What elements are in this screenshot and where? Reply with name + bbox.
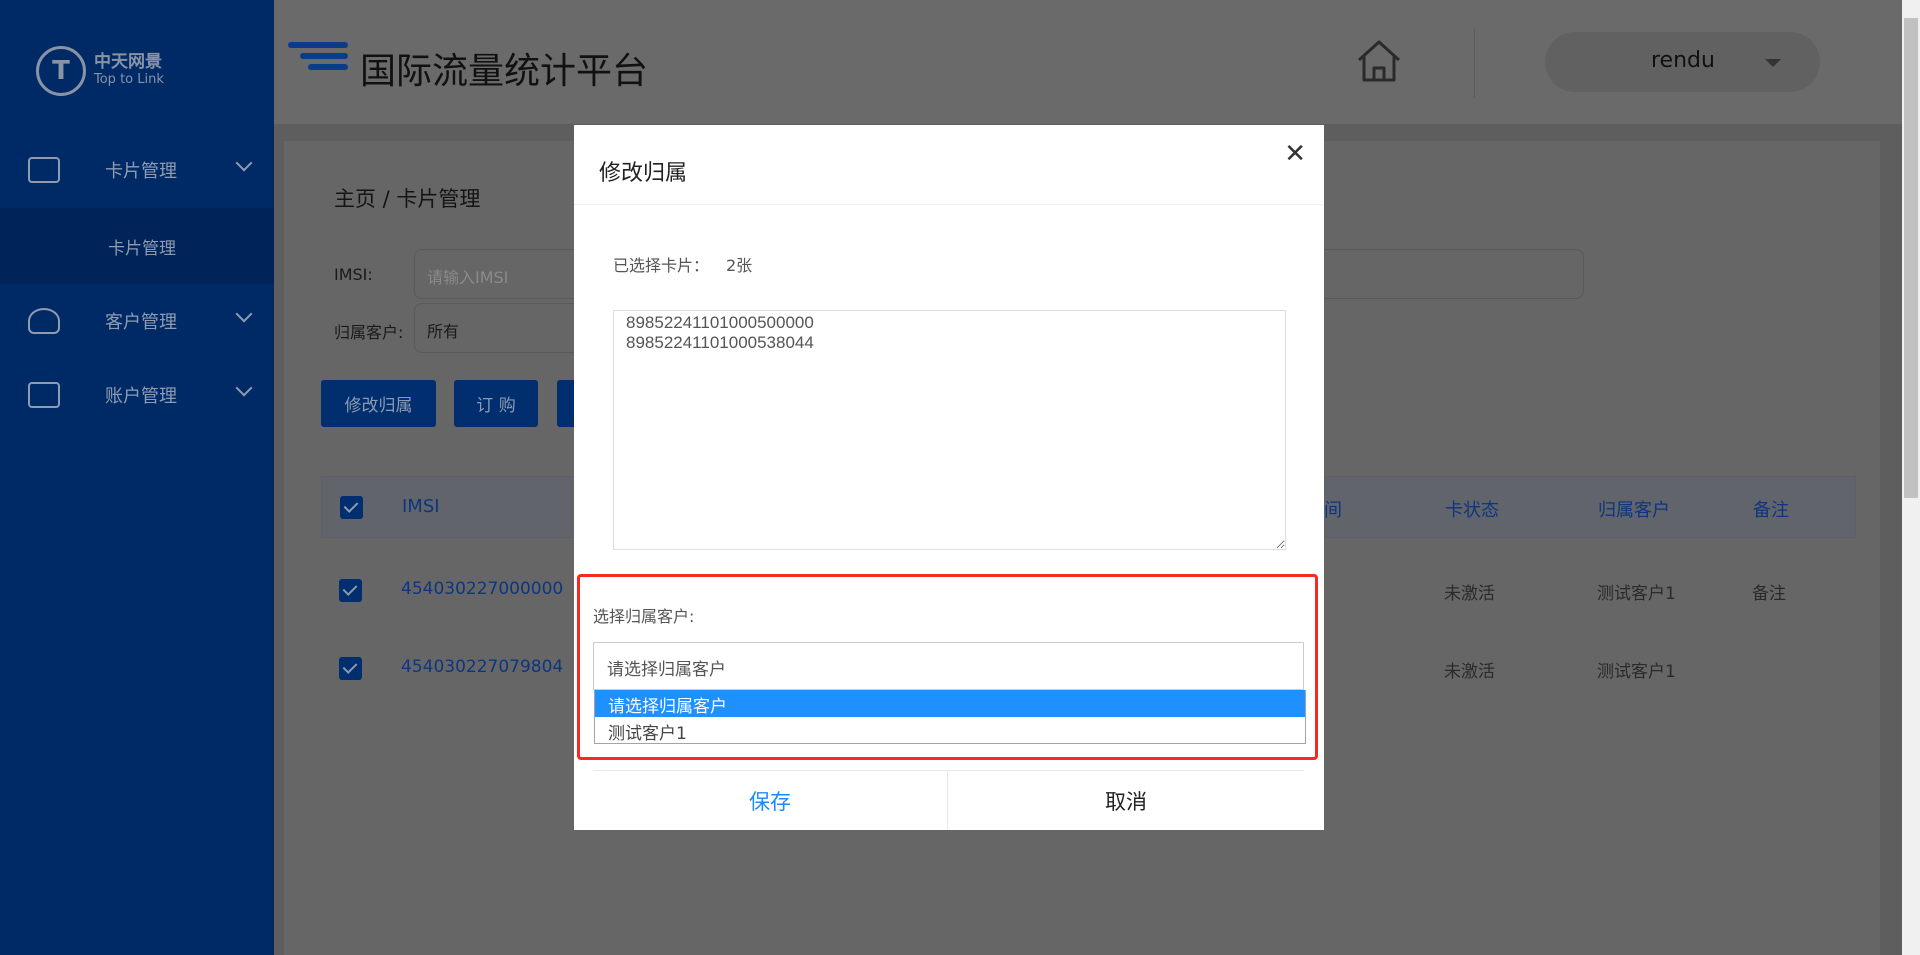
status-cell: 未激活 bbox=[1444, 584, 1495, 604]
chevron-down-icon bbox=[235, 379, 253, 397]
sidebar-item-label: 账户管理 bbox=[105, 386, 177, 407]
sidebar: T 中天网景 Top to Link 卡片管理 卡片管理 客户管理 账户管理 bbox=[0, 0, 274, 955]
logo-mark-icon: T bbox=[36, 46, 86, 96]
selected-cards-count: 2张 bbox=[726, 256, 753, 275]
imsi-label: IMSI: bbox=[334, 265, 373, 284]
sidebar-subitem-cards[interactable]: 卡片管理 bbox=[0, 208, 274, 284]
scrollbar-thumb[interactable] bbox=[1904, 18, 1918, 498]
users-icon bbox=[28, 308, 60, 334]
sidebar-item-cards[interactable]: 卡片管理 bbox=[0, 133, 274, 207]
note-cell: 备注 bbox=[1752, 584, 1786, 604]
customer-options-list: 请选择归属客户 测试客户1 bbox=[594, 690, 1306, 744]
app-title: 国际流量统计平台 bbox=[360, 51, 649, 92]
change-owner-dialog: 修改归属 ✕ 已选择卡片： 2张 选择归属客户: 请选择归属客户 请选择归属客户… bbox=[574, 125, 1324, 830]
select-all-checkbox[interactable] bbox=[340, 496, 363, 519]
chevron-down-icon bbox=[235, 154, 253, 172]
username: rendu bbox=[1651, 48, 1715, 73]
imsi-link[interactable]: 454030227000000 bbox=[401, 579, 563, 599]
divider bbox=[574, 204, 1324, 205]
imsi-link[interactable]: 454030227079804 bbox=[401, 657, 563, 677]
row-checkbox[interactable] bbox=[339, 579, 362, 602]
close-icon[interactable]: ✕ bbox=[1284, 139, 1306, 169]
customer-filter-label: 归属客户: bbox=[334, 323, 404, 342]
logo-en: Top to Link bbox=[94, 72, 164, 87]
iccid-list-textarea[interactable] bbox=[613, 310, 1286, 550]
sidebar-item-customers[interactable]: 客户管理 bbox=[0, 284, 274, 358]
column-customer: 归属客户 bbox=[1598, 500, 1670, 521]
column-imsi: IMSI bbox=[402, 496, 440, 517]
logo: T 中天网景 Top to Link bbox=[36, 46, 164, 96]
sidebar-item-accounts[interactable]: 账户管理 bbox=[0, 358, 274, 432]
customer-cell: 测试客户1 bbox=[1597, 662, 1676, 682]
customer-cell: 测试客户1 bbox=[1597, 584, 1676, 604]
sidebar-item-label: 客户管理 bbox=[105, 312, 177, 333]
column-time: 间 bbox=[1324, 500, 1342, 521]
change-owner-button[interactable]: 修改归属 bbox=[321, 380, 436, 427]
breadcrumb: 主页 / 卡片管理 bbox=[334, 187, 481, 211]
selected-cards-label: 已选择卡片： bbox=[613, 256, 710, 275]
menu-lines-icon bbox=[288, 42, 348, 75]
column-status: 卡状态 bbox=[1445, 500, 1499, 521]
header-divider bbox=[1474, 28, 1475, 98]
status-cell: 未激活 bbox=[1444, 662, 1495, 682]
row-checkbox[interactable] bbox=[339, 657, 362, 680]
home-icon[interactable] bbox=[1354, 36, 1404, 86]
caret-down-icon bbox=[1765, 59, 1781, 67]
sidebar-item-label: 卡片管理 bbox=[105, 161, 177, 182]
save-button[interactable]: 保存 bbox=[593, 771, 947, 830]
chevron-down-icon bbox=[235, 305, 253, 323]
cancel-button[interactable]: 取消 bbox=[948, 771, 1304, 830]
option-test-customer-1[interactable]: 测试客户1 bbox=[595, 717, 1305, 744]
header: 国际流量统计平台 rendu bbox=[274, 0, 1902, 124]
dialog-title: 修改归属 bbox=[599, 161, 688, 186]
id-card-icon bbox=[28, 382, 60, 408]
order-button[interactable]: 订 购 bbox=[454, 380, 538, 427]
customer-select[interactable]: 请选择归属客户 bbox=[593, 642, 1304, 690]
logo-cn: 中天网景 bbox=[94, 52, 162, 72]
column-note: 备注 bbox=[1753, 500, 1789, 521]
scrollbar[interactable] bbox=[1902, 0, 1920, 955]
user-menu[interactable]: rendu bbox=[1545, 32, 1820, 92]
customer-select-label: 选择归属客户: bbox=[593, 607, 695, 626]
option-placeholder[interactable]: 请选择归属客户 bbox=[595, 690, 1305, 717]
card-icon bbox=[28, 157, 60, 183]
